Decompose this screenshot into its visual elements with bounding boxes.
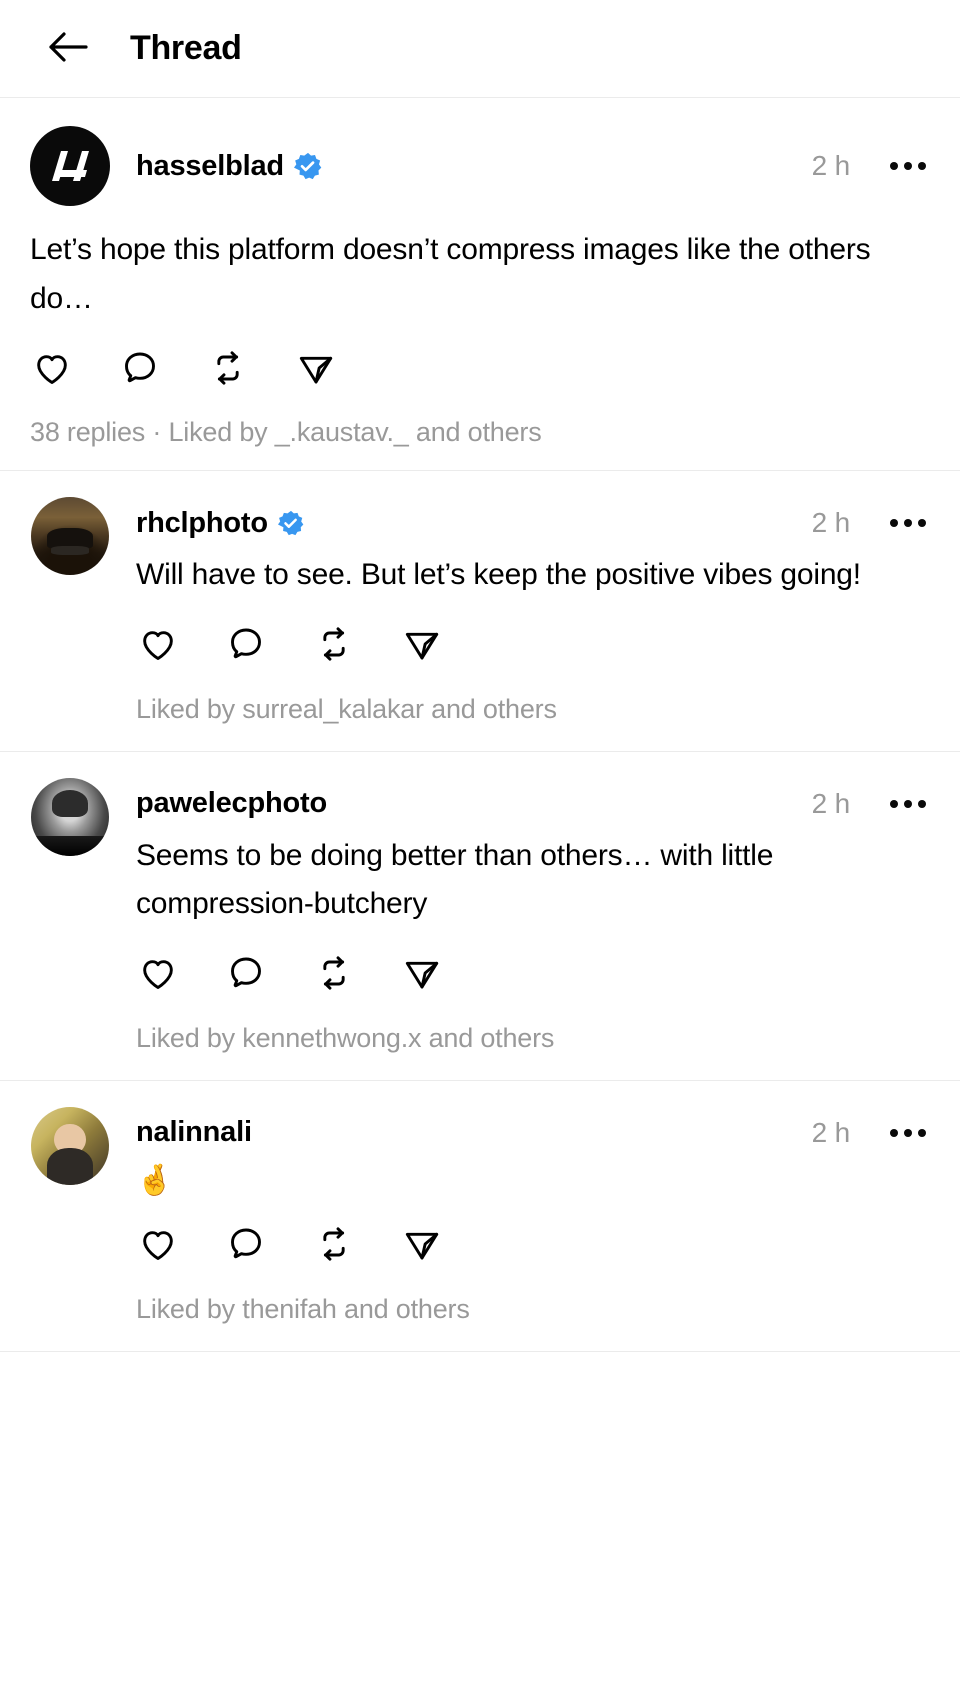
comment-button[interactable]: [224, 953, 268, 997]
reply-text: 🤞: [136, 1163, 174, 1197]
like-button[interactable]: [136, 1224, 180, 1268]
more-options-button[interactable]: [886, 784, 930, 824]
comment-bubble-icon: [226, 624, 266, 667]
action-bar: [136, 624, 930, 668]
reply-header: nalinnali 2 h: [136, 1107, 930, 1159]
more-options-icon: [890, 162, 898, 170]
comment-bubble-icon: [226, 1224, 266, 1267]
repost-button[interactable]: [206, 347, 250, 391]
reply-text: Will have to see. But let’s keep the pos…: [136, 558, 861, 592]
comment-bubble-icon: [120, 348, 160, 391]
back-button[interactable]: [42, 23, 94, 75]
reply-post[interactable]: nalinnali 2 h 🤞 Liked by thenifah and ot…: [0, 1080, 960, 1352]
repost-icon: [208, 348, 248, 391]
repost-icon: [314, 1224, 354, 1267]
username[interactable]: hasselblad: [136, 150, 284, 183]
heart-icon: [138, 1224, 178, 1267]
timestamp: 2 h: [811, 150, 851, 181]
repost-icon: [314, 953, 354, 996]
back-arrow-icon: [48, 30, 88, 67]
avatar-column: [30, 777, 110, 856]
comment-button[interactable]: [224, 624, 268, 668]
timestamp: 2 h: [811, 507, 851, 539]
heart-icon: [138, 624, 178, 667]
timestamp: 2 h: [811, 1116, 851, 1148]
avatar[interactable]: [31, 1106, 109, 1185]
share-button[interactable]: [400, 624, 444, 668]
app-header: Thread: [0, 0, 960, 98]
action-bar: [30, 347, 930, 391]
heart-icon: [32, 348, 72, 391]
comment-button[interactable]: [118, 347, 162, 391]
share-paper-plane-icon: [402, 953, 442, 996]
repost-icon: [314, 624, 354, 667]
share-paper-plane-icon: [402, 1224, 442, 1267]
username[interactable]: rhclphoto: [136, 507, 268, 540]
liked-by-text[interactable]: Liked by surreal_kalakar and others: [136, 694, 930, 725]
reply-body: nalinnali 2 h 🤞 Liked by thenifah and ot…: [110, 1107, 930, 1325]
hasselblad-logo-icon: [52, 151, 89, 181]
reply-header: pawelecphoto 2 h: [136, 778, 930, 830]
root-post-header: hasselblad 2 h: [30, 124, 930, 208]
more-options-button[interactable]: [886, 503, 930, 543]
avatar[interactable]: [31, 777, 109, 856]
liked-by-text[interactable]: Liked by thenifah and others: [136, 1294, 930, 1325]
reply-text: Seems to be doing better than others… wi…: [136, 838, 774, 921]
comment-button[interactable]: [224, 1224, 268, 1268]
timestamp: 2 h: [811, 787, 851, 819]
comment-bubble-icon: [226, 953, 266, 996]
repost-button[interactable]: [312, 624, 356, 668]
thread-screen: Thread hasselblad 2 h Let’s hope this pl…: [0, 0, 960, 1707]
reply-body: pawelecphoto 2 h Seems to be doing bette…: [110, 778, 930, 1054]
more-options-button[interactable]: [886, 1113, 930, 1153]
share-paper-plane-icon: [402, 624, 442, 667]
more-options-icon: [890, 519, 898, 528]
like-button[interactable]: [136, 953, 180, 997]
root-post[interactable]: hasselblad 2 h Let’s hope this platform …: [0, 98, 960, 472]
share-button[interactable]: [400, 1224, 444, 1268]
action-bar: [136, 1224, 930, 1268]
verified-badge-icon: [277, 510, 304, 536]
heart-icon: [138, 953, 178, 996]
action-bar: [136, 953, 930, 997]
more-options-icon: [890, 799, 898, 808]
reply-post[interactable]: pawelecphoto 2 h Seems to be doing bette…: [0, 751, 960, 1081]
liked-by-text[interactable]: Liked by kennethwong.x and others: [136, 1023, 930, 1054]
replies-and-likes-summary[interactable]: 38 replies · Liked by _.kaustav._ and ot…: [30, 417, 930, 448]
like-button[interactable]: [30, 347, 74, 391]
page-title: Thread: [130, 29, 242, 67]
share-button[interactable]: [294, 347, 338, 391]
reply-header: rhclphoto 2 h: [136, 497, 930, 549]
repost-button[interactable]: [312, 953, 356, 997]
username[interactable]: pawelecphoto: [136, 787, 327, 820]
share-paper-plane-icon: [296, 348, 336, 391]
root-post-body: Let’s hope this platform doesn’t compres…: [30, 226, 930, 448]
avatar-column: [30, 1106, 110, 1185]
reply-body: rhclphoto 2 h Will have to see. But let’…: [110, 497, 930, 725]
username[interactable]: nalinnali: [136, 1116, 252, 1149]
share-button[interactable]: [400, 953, 444, 997]
like-button[interactable]: [136, 624, 180, 668]
more-options-button[interactable]: [886, 146, 930, 186]
avatar[interactable]: [31, 497, 109, 576]
avatar[interactable]: [30, 126, 110, 206]
avatar-column: [30, 497, 110, 576]
more-options-icon: [890, 1128, 898, 1137]
reply-post[interactable]: rhclphoto 2 h Will have to see. But let’…: [0, 471, 960, 752]
verified-badge-icon: [293, 152, 322, 180]
post-text: Let’s hope this platform doesn’t compres…: [30, 233, 871, 315]
repost-button[interactable]: [312, 1224, 356, 1268]
